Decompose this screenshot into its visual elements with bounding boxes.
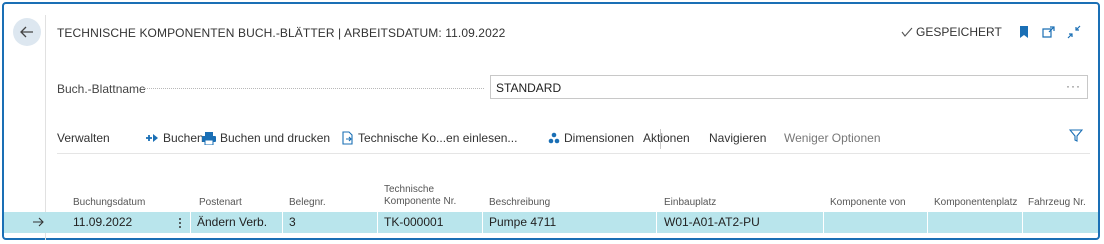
arrow-right-icon [33, 217, 44, 227]
import-components-button-label: Technische Ko...en einlesen... [358, 131, 518, 145]
manage-menu-label: Verwalten [57, 131, 110, 145]
actions-menu[interactable]: Aktionen [643, 131, 690, 145]
journal-name-label: Buch.-Blattname [57, 82, 146, 96]
column-header-component-no[interactable]: Technische Komponente Nr. [384, 184, 456, 208]
journal-name-value: STANDARD [496, 81, 562, 95]
cell-posting-date[interactable]: 11.09.2022 [73, 215, 132, 229]
post-and-print-button[interactable]: Buchen und drucken [202, 131, 330, 145]
dimensions-button[interactable]: Dimensionen [548, 131, 634, 145]
action-bar: Verwalten Buchen Buchen und drucken Tech… [57, 129, 1090, 151]
cell-description[interactable]: Pumpe 4711 [489, 215, 556, 229]
post-icon [146, 134, 158, 142]
open-in-new-window-icon[interactable] [1041, 24, 1057, 40]
column-header-document-no[interactable]: Belegnr. [289, 197, 326, 209]
saved-status-label: GESPEICHERT [916, 25, 1002, 39]
more-options-icon[interactable]: ··· [1066, 79, 1081, 93]
cell-divider [282, 212, 283, 233]
column-header-description[interactable]: Beschreibung [489, 197, 550, 209]
actions-menu-label: Aktionen [643, 131, 690, 145]
table-row[interactable]: 11.09.2022 Ändern Verb. 3 TK-000001 Pump… [4, 212, 1098, 233]
cell-divider [377, 212, 378, 233]
fewer-options-button[interactable]: Weniger Optionen [784, 131, 881, 145]
navigate-menu[interactable]: Navigieren [709, 131, 766, 145]
collapse-icon[interactable] [1066, 24, 1082, 40]
column-header-vehicle-no[interactable]: Fahrzeug Nr. [1028, 197, 1086, 209]
dimensions-button-label: Dimensionen [564, 131, 635, 145]
back-button[interactable] [13, 18, 41, 46]
filter-icon[interactable] [1069, 129, 1083, 143]
journal-name-field[interactable]: STANDARD ··· [490, 75, 1088, 99]
cell-document-no[interactable]: 3 [289, 215, 296, 229]
field-leader-dots [144, 88, 484, 89]
import-components-button[interactable]: Technische Ko...en einlesen... [342, 131, 517, 145]
cell-component-no[interactable]: TK-000001 [384, 215, 443, 229]
post-and-print-button-label: Buchen und drucken [220, 131, 331, 145]
cell-divider [482, 212, 483, 233]
cell-divider [656, 212, 657, 233]
column-header-component-location[interactable]: Komponentenplatz [934, 197, 1017, 209]
print-icon [202, 131, 216, 145]
column-header-component-of[interactable]: Komponente von [830, 197, 906, 209]
dimensions-icon [548, 132, 560, 144]
cell-divider [190, 212, 191, 233]
cell-divider [1022, 212, 1023, 233]
action-bar-divider [57, 153, 1090, 154]
post-button-label: Buchen [163, 131, 204, 145]
journal-page: TECHNISCHE KOMPONENTEN BUCH.-BLÄTTER | A… [2, 2, 1100, 240]
more-vertical-icon[interactable] [178, 217, 182, 229]
column-header-component-no-line2: Komponente Nr. [384, 196, 457, 207]
cell-installation-location[interactable]: W01-A01-AT2-PU [664, 215, 760, 229]
cell-divider [823, 212, 824, 233]
column-header-entry-type[interactable]: Postenart [199, 197, 242, 209]
import-document-icon [342, 131, 353, 145]
manage-menu[interactable]: Verwalten [57, 131, 110, 145]
column-header-installation-location[interactable]: Einbauplatz [664, 197, 716, 209]
arrow-left-icon [20, 26, 33, 38]
page-title: TECHNISCHE KOMPONENTEN BUCH.-BLÄTTER | A… [57, 26, 506, 40]
saved-status: GESPEICHERT [901, 25, 1002, 39]
fewer-options-button-label: Weniger Optionen [784, 131, 881, 145]
column-header-posting-date[interactable]: Buchungsdatum [73, 197, 145, 209]
navigate-menu-label: Navigieren [709, 131, 767, 145]
column-header-component-no-line1: Technische [384, 184, 435, 195]
bookmark-icon[interactable] [1016, 24, 1032, 40]
post-button[interactable]: Buchen [145, 131, 204, 145]
cell-entry-type[interactable]: Ändern Verb. [197, 215, 267, 229]
checkmark-icon [901, 27, 913, 37]
cell-divider [927, 212, 928, 233]
